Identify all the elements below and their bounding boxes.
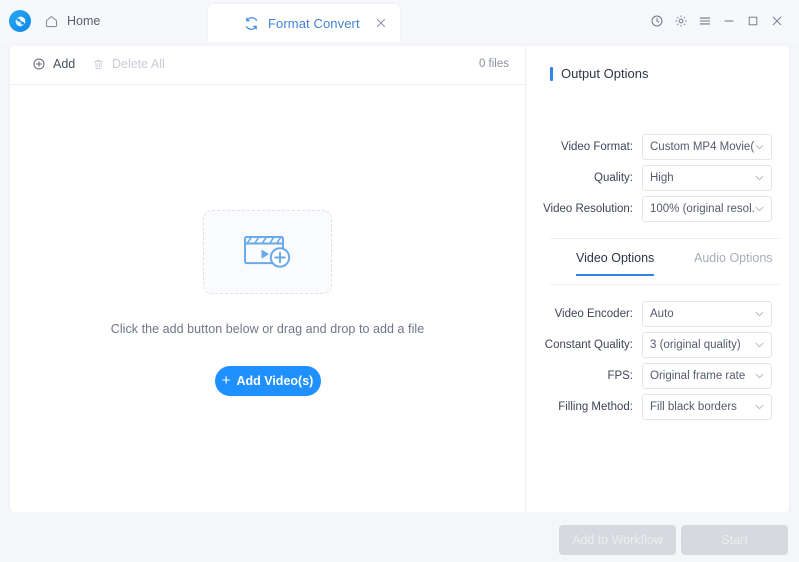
video-add-clapperboard-icon (243, 236, 290, 268)
app-window: Home Format Convert Add Delete All 0 fil… (0, 0, 799, 562)
chevron-down-icon (755, 311, 764, 317)
add-videos-button[interactable]: + Add Video(s) (214, 366, 321, 396)
field-video-encoder: Video Encoder: Auto (526, 301, 789, 327)
chevron-down-icon (755, 404, 764, 410)
field-video-format: Video Format: Custom MP4 Movie(... (526, 134, 789, 160)
video-encoder-value: Auto (650, 308, 674, 320)
options-separator (550, 238, 780, 239)
field-fps: FPS: Original frame rate (526, 363, 789, 389)
plus-circle-icon (33, 58, 45, 70)
start-button[interactable]: Start (681, 525, 788, 555)
add-videos-label: Add Video(s) (236, 374, 314, 388)
add-videos-plus-icon: + (221, 372, 231, 389)
field-constant-quality: Constant Quality: 3 (original quality) (526, 332, 789, 358)
section-accent-bar (550, 66, 553, 81)
settings-icon[interactable] (669, 10, 693, 32)
trash-icon (94, 59, 103, 69)
filling-method-value: Fill black borders (650, 401, 737, 413)
add-label: Add (53, 57, 76, 71)
tab-label: Format Convert (268, 15, 360, 31)
chevron-down-icon (755, 373, 764, 379)
home-icon (45, 15, 58, 27)
delete-all-button[interactable]: Delete All (92, 57, 165, 71)
chevron-down-icon (755, 144, 764, 150)
chevron-down-icon (755, 175, 764, 181)
file-toolbar: Add Delete All 0 files (10, 46, 525, 85)
title-bar: Home Format Convert (0, 0, 799, 42)
drop-zone-box[interactable] (203, 210, 332, 294)
option-tabs: Video Options Audio Options (550, 251, 780, 283)
field-video-resolution: Video Resolution: 100% (original resol..… (526, 196, 789, 222)
home-label: Home (67, 14, 101, 28)
maximize-icon[interactable] (741, 10, 765, 32)
minimize-icon[interactable] (717, 10, 741, 32)
video-format-label: Video Format: (560, 141, 633, 153)
video-resolution-label: Video Resolution: (543, 203, 633, 215)
add-to-workflow-button[interactable]: Add to Workflow (559, 525, 676, 555)
output-options-pane: Output Options Video Format: Custom MP4 … (526, 46, 789, 512)
file-list-pane: Add Delete All 0 files Click the add but… (10, 46, 525, 512)
add-button[interactable]: Add (32, 57, 75, 71)
convert-refresh-icon (245, 16, 258, 30)
video-format-select[interactable]: Custom MP4 Movie(... (642, 134, 772, 160)
constant-quality-select[interactable]: 3 (original quality) (642, 332, 772, 358)
menu-icon[interactable] (693, 10, 717, 32)
fps-label: FPS: (607, 370, 633, 382)
quality-select[interactable]: High (642, 165, 772, 191)
file-count-label: 0 files (478, 58, 509, 70)
fps-select[interactable]: Original frame rate (642, 363, 772, 389)
output-options-header: Output Options (550, 66, 648, 81)
home-button[interactable]: Home (44, 10, 100, 32)
video-encoder-select[interactable]: Auto (642, 301, 772, 327)
option-tabs-underline (550, 284, 780, 285)
footer-bar: Add to Workflow Start (0, 512, 799, 562)
filling-method-label: Filling Method: (558, 401, 633, 413)
field-filling-method: Filling Method: Fill black borders (526, 394, 789, 420)
tab-close-icon[interactable] (374, 16, 388, 30)
video-format-value: Custom MP4 Movie(... (650, 141, 754, 153)
video-encoder-label: Video Encoder: (554, 308, 633, 320)
constant-quality-value: 3 (original quality) (650, 339, 741, 351)
history-icon[interactable] (645, 10, 669, 32)
output-options-title: Output Options (561, 66, 649, 81)
content-card: Add Delete All 0 files Click the add but… (10, 46, 789, 512)
chevron-down-icon (755, 342, 764, 348)
tab-video-options[interactable]: Video Options (576, 251, 655, 276)
drop-zone-hint: Click the add button below or drag and d… (110, 322, 425, 336)
quality-label: Quality: (594, 172, 633, 184)
drop-zone[interactable]: Click the add button below or drag and d… (10, 84, 525, 512)
tab-format-convert[interactable]: Format Convert (208, 4, 400, 42)
field-quality: Quality: High (526, 165, 789, 191)
close-icon[interactable] (765, 10, 789, 32)
quality-value: High (650, 172, 674, 184)
app-logo-icon (9, 10, 31, 32)
fps-value: Original frame rate (650, 370, 746, 382)
video-resolution-select[interactable]: 100% (original resol... (642, 196, 772, 222)
constant-quality-label: Constant Quality: (544, 339, 633, 351)
delete-all-label: Delete All (112, 57, 165, 71)
filling-method-select[interactable]: Fill black borders (642, 394, 772, 420)
chevron-down-icon (755, 206, 764, 212)
tab-audio-options[interactable]: Audio Options (694, 251, 773, 274)
window-controls (645, 10, 789, 32)
video-resolution-value: 100% (original resol... (650, 203, 754, 215)
